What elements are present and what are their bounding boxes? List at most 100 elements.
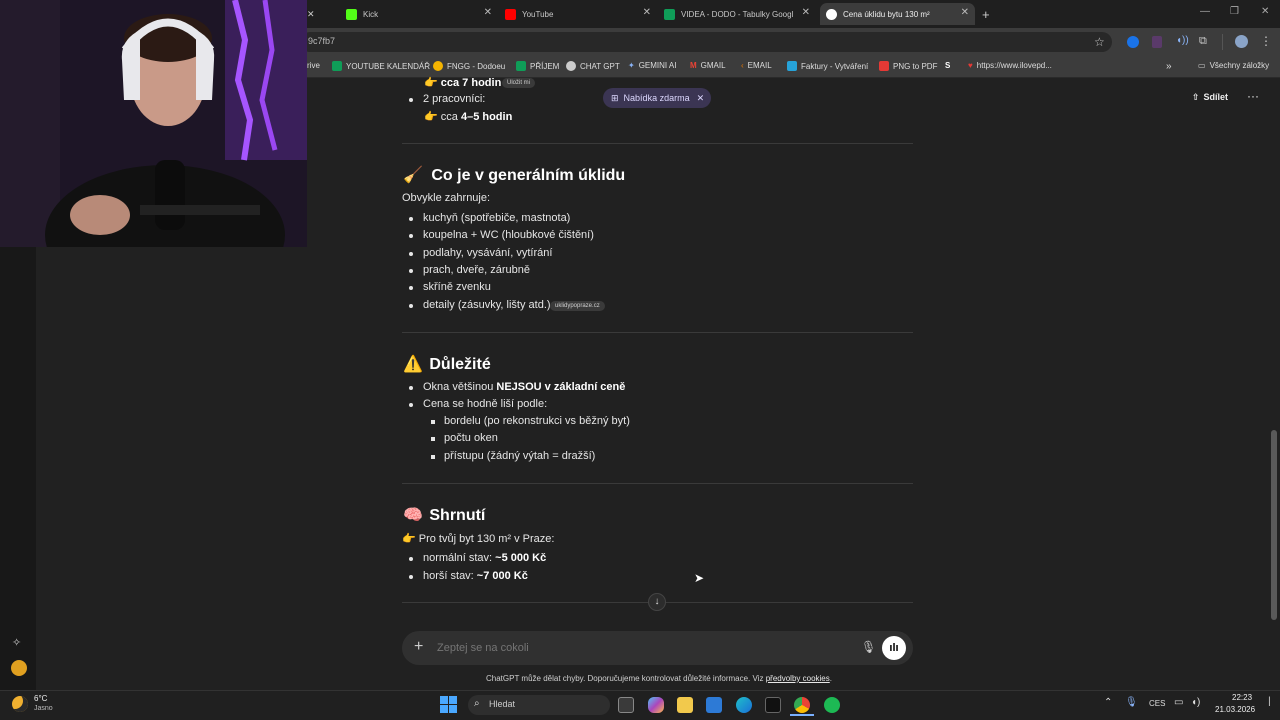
prompt-input[interactable] — [437, 642, 837, 654]
close-icon[interactable]: ✕ — [697, 93, 705, 104]
tab-kick[interactable]: Kick ✕ — [346, 3, 498, 25]
plus-icon: + — [982, 6, 990, 22]
tab-chatgpt[interactable]: Cena úklidu bytu 130 m² ✕ — [820, 3, 975, 25]
bookmark-chatgpt[interactable]: CHAT GPT — [566, 61, 620, 71]
s-logo-icon: S — [945, 61, 951, 70]
profile-avatar[interactable] — [1235, 35, 1248, 48]
close-icon[interactable]: ✕ — [643, 7, 651, 18]
clock-time[interactable]: 22:23 — [1232, 693, 1252, 702]
notification-icon[interactable]: ▏ — [1269, 697, 1275, 706]
network-icon[interactable]: ▭ — [1174, 697, 1183, 708]
bookmark-gemini[interactable]: ✦ GEMINI AI — [628, 61, 677, 70]
user-avatar[interactable] — [11, 660, 27, 676]
kick-icon — [346, 8, 357, 20]
all-bookmarks[interactable]: ▭ Všechny záložky — [1198, 61, 1269, 70]
free-offer-pill[interactable]: ⊞ Nabídka zdarma ✕ — [603, 88, 711, 108]
divider — [402, 143, 913, 144]
tab-youtube[interactable]: YouTube ✕ — [505, 3, 657, 25]
language-indicator[interactable]: CES — [1149, 699, 1165, 708]
close-window-icon[interactable]: ✕ — [1261, 6, 1269, 17]
source-chip[interactable]: Uložit mi — [502, 78, 536, 88]
bookmark-faktury[interactable]: Faktury - Vytváření — [787, 61, 868, 71]
extension-icon[interactable] — [1152, 36, 1162, 48]
scroll-down-button[interactable]: ↓ — [648, 593, 666, 611]
source-chip[interactable]: uklidypopraze.cz — [550, 301, 605, 311]
close-icon[interactable]: ✕ — [484, 7, 492, 18]
minimize-icon[interactable]: — — [1200, 6, 1210, 17]
bookmark-png-to-pdf[interactable]: PNG to PDF — [879, 61, 937, 71]
address-bar[interactable] — [300, 32, 1112, 52]
bookmark-ilovepdf[interactable]: ♥ https://www.ilovepd... — [968, 61, 1052, 70]
bookmark-label: GEMINI AI — [638, 61, 677, 70]
new-tab-button[interactable]: + — [982, 3, 996, 25]
list-item: kuchyň (spotřebiče, mastnota) — [423, 212, 571, 224]
bookmark-youtube-calendar[interactable]: YOUTUBE KALENDÁŘ — [332, 61, 430, 71]
bookmark-prijem[interactable]: PŘÍJEM — [516, 61, 559, 71]
share-icon: ⇧ — [1192, 92, 1200, 102]
divider — [402, 483, 913, 484]
bookmark-label: https://www.ilovepd... — [976, 61, 1052, 70]
more-options-icon[interactable]: ··· — [1247, 89, 1259, 103]
puzzle-icon[interactable]: ⧉ — [1199, 35, 1207, 48]
moon-weather-icon[interactable] — [12, 696, 28, 712]
tab-sheets[interactable]: VIDEA - DODO - Tabulky Googl ✕ — [664, 3, 816, 25]
paragraph: 👉 Pro tvůj byt 130 m² v Praze: — [402, 533, 555, 545]
spotify-icon[interactable] — [824, 697, 840, 713]
mute-icon: ✕ — [307, 8, 315, 19]
weather-condition[interactable]: Jasno — [34, 705, 53, 712]
share-button[interactable]: ⇧ Sdílet — [1192, 92, 1228, 103]
bookmark-star-icon[interactable]: ☆ — [1094, 35, 1105, 49]
bookmark-label: FNGG - Dodoeu — [447, 61, 506, 71]
windows-start-icon[interactable] — [440, 696, 457, 713]
bookmark-label: GMAIL — [700, 61, 726, 70]
bookmark-s[interactable]: S — [945, 61, 950, 70]
volume-icon[interactable]: ◖) — [1191, 697, 1200, 708]
chevron-up-icon[interactable]: ⌃ — [1104, 697, 1112, 708]
outlook-icon[interactable] — [706, 697, 722, 713]
list-item: 👉 cca 7 hodin — [424, 77, 502, 89]
cookie-preferences-link[interactable]: předvolby cookies — [766, 674, 830, 683]
weather-temp[interactable]: 6°C — [34, 694, 47, 703]
chrome-icon[interactable] — [794, 697, 810, 713]
url-text[interactable]: 9c7fb7 — [308, 36, 335, 46]
close-icon[interactable]: ✕ — [802, 7, 810, 18]
bookmark-fngg[interactable]: FNGG - Dodoeu — [433, 61, 505, 71]
terminal-icon[interactable] — [765, 697, 781, 713]
clock-date[interactable]: 21.03.2026 — [1215, 705, 1255, 714]
sheets-icon — [664, 8, 675, 20]
scrollbar[interactable] — [1271, 430, 1277, 620]
youtube-icon — [505, 8, 516, 20]
bookmark-gmail[interactable]: M GMAIL — [690, 61, 726, 70]
file-explorer-icon[interactable] — [677, 697, 693, 713]
divider — [1222, 34, 1223, 50]
bookmark-drive[interactable]: rive — [307, 61, 320, 70]
waveform-icon: ılı — [889, 642, 899, 654]
tab-muted[interactable]: ✕ — [307, 3, 339, 25]
task-view-icon[interactable] — [618, 697, 634, 713]
list-item: 👉 cca 4–5 hodin — [424, 111, 513, 123]
kebab-menu-icon[interactable]: ⋮ — [1260, 34, 1272, 48]
list-item: skříně zvenku — [423, 281, 491, 293]
bookmark-label: Všechny záložky — [1209, 61, 1270, 70]
sparkle-icon[interactable]: ✧ — [12, 636, 21, 649]
bookmark-label: rive — [307, 61, 320, 70]
heart-icon: ♥ — [968, 61, 973, 70]
voice-mode-button[interactable]: ılı — [882, 636, 906, 660]
edge-icon[interactable] — [736, 697, 752, 713]
section-heading: ⚠️ Důležité — [403, 356, 491, 373]
bookmarks-overflow-icon[interactable]: » — [1166, 61, 1172, 72]
search-icon: ⌕ — [474, 698, 480, 709]
microphone-tray-icon[interactable]: 🎙 — [1125, 697, 1138, 708]
tab-label: Cena úklidu bytu 130 m² — [843, 9, 930, 19]
copilot-icon[interactable] — [648, 697, 664, 713]
tab-label: VIDEA - DODO - Tabulky Googl — [681, 9, 794, 19]
fngg-icon — [433, 61, 443, 71]
extension-icon[interactable] — [1127, 36, 1139, 48]
list-item: normální stav: ~5 000 Kč — [423, 552, 547, 564]
close-icon[interactable]: ✕ — [961, 7, 969, 18]
add-attachment-icon[interactable]: + — [414, 638, 423, 656]
restore-icon[interactable]: ❐ — [1230, 6, 1239, 17]
bookmark-email[interactable]: ‹ EMAIL — [741, 61, 772, 70]
microphone-icon[interactable]: 🎙 — [861, 640, 876, 654]
audio-extension-icon[interactable]: ◖)) — [1176, 35, 1189, 46]
